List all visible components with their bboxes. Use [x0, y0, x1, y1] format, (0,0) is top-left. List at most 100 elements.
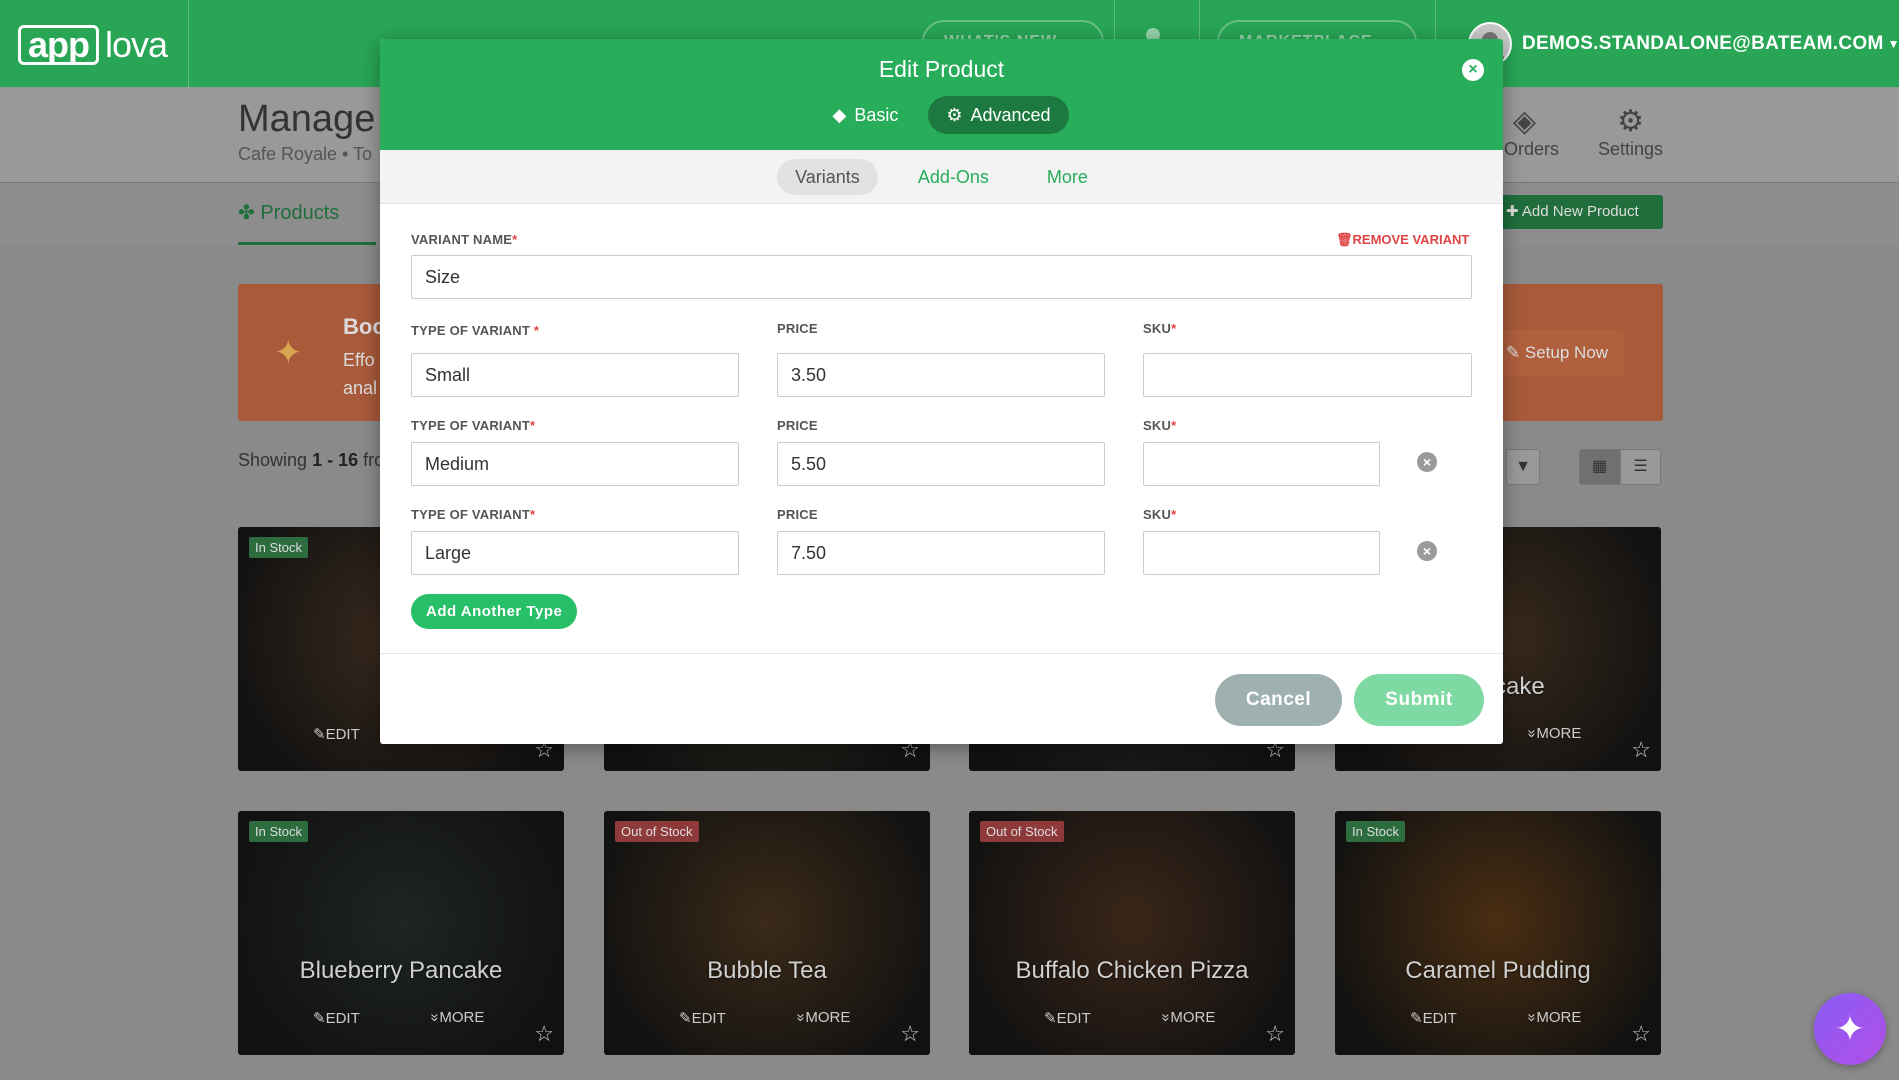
chevron-down-icon: »: [792, 1013, 810, 1022]
tab-variants[interactable]: Variants: [777, 158, 878, 195]
card-more-label: MORE: [1170, 1009, 1216, 1026]
card-more-label: MORE: [1536, 725, 1582, 742]
sparkle-icon: ✦: [274, 334, 303, 372]
tab-more[interactable]: More: [1029, 159, 1106, 195]
banner-text: Effo: [343, 350, 375, 370]
card-more-label: MORE: [1536, 1009, 1582, 1026]
user-menu[interactable]: DEMOS.STANDALONE@BATEAM.COM ▼: [1468, 22, 1899, 66]
submit-button[interactable]: Submit: [1354, 674, 1484, 726]
sku-label: SKU*: [1143, 507, 1177, 522]
card-more-label: MORE: [439, 1009, 485, 1026]
status-badge: In Stock: [249, 537, 308, 558]
product-card[interactable]: In Stock Caramel Pudding ✎EDIT »MORE ☆: [1335, 811, 1661, 1055]
card-more-button[interactable]: »MORE: [1524, 1009, 1582, 1026]
type-input[interactable]: Small: [411, 353, 739, 397]
card-more-button[interactable]: »MORE: [1158, 1009, 1216, 1026]
product-name: Caramel Pudding: [1405, 957, 1591, 984]
remove-row-icon[interactable]: ×: [1417, 541, 1437, 561]
chevron-down-icon: »: [426, 1013, 444, 1022]
star-icon[interactable]: ☆: [1631, 1021, 1651, 1047]
cancel-button[interactable]: Cancel: [1215, 674, 1342, 726]
sku-input[interactable]: [1143, 442, 1380, 486]
label-text: SKU: [1143, 418, 1172, 433]
tab-products[interactable]: ✤ Products: [238, 200, 339, 225]
product-card[interactable]: Out of Stock Bubble Tea ✎EDIT »MORE ☆: [604, 811, 930, 1055]
star-icon[interactable]: ☆: [1631, 737, 1651, 763]
card-edit-label: EDIT: [325, 1010, 360, 1027]
sku-input[interactable]: [1143, 353, 1472, 397]
card-edit-button[interactable]: ✎EDIT: [679, 1009, 726, 1027]
card-edit-button[interactable]: ✎EDIT: [313, 725, 360, 743]
variant-name-input[interactable]: Size: [411, 255, 1472, 299]
edit-icon: ✎: [1410, 1010, 1423, 1027]
star-icon[interactable]: ☆: [900, 1021, 920, 1047]
tab-advanced-label: Advanced: [970, 105, 1051, 125]
card-more-label: MORE: [805, 1009, 851, 1026]
add-another-type-button[interactable]: Add Another Type: [411, 594, 578, 629]
setup-now-button[interactable]: ✎ Setup Now: [1490, 330, 1624, 376]
user-email: DEMOS.STANDALONE@BATEAM.COM: [1522, 33, 1884, 54]
price-input[interactable]: 7.50: [777, 531, 1105, 575]
tab-basic[interactable]: ◆ Basic: [814, 96, 916, 134]
type-input[interactable]: Medium: [411, 442, 739, 486]
nav-settings-label: Settings: [1598, 139, 1664, 159]
page-title: Manage: [238, 98, 376, 140]
remove-variant-label: REMOVE VARIANT: [1352, 232, 1470, 247]
plus-icon: ✚: [1506, 203, 1522, 220]
card-more-button[interactable]: »MORE: [1524, 725, 1582, 742]
chevron-down-icon: »: [1157, 1013, 1175, 1022]
edit-icon: ✎: [313, 726, 326, 743]
card-edit-label: EDIT: [1422, 1010, 1457, 1027]
card-edit-button[interactable]: ✎EDIT: [1044, 1009, 1091, 1027]
price-label: PRICE: [777, 507, 818, 522]
grid-view-button[interactable]: ▦: [1579, 449, 1620, 485]
star-icon[interactable]: ☆: [534, 1021, 554, 1047]
card-more-button[interactable]: »MORE: [793, 1009, 851, 1026]
tab-basic-label: Basic: [854, 105, 899, 125]
price-input[interactable]: 5.50: [777, 442, 1105, 486]
card-edit-button[interactable]: ✎EDIT: [1410, 1009, 1457, 1027]
product-name: Bubble Tea: [707, 957, 827, 984]
results-range: 1 - 16: [312, 450, 359, 470]
cubes-icon: ✤: [238, 202, 261, 224]
type-label: TYPE OF VARIANT *: [411, 323, 540, 338]
app-logo[interactable]: app lova: [18, 24, 168, 66]
banner-text: anal: [343, 378, 378, 398]
close-icon[interactable]: ×: [1462, 59, 1484, 81]
nav-settings[interactable]: ⚙ Settings: [1598, 104, 1663, 160]
sku-input[interactable]: [1143, 531, 1380, 575]
filter-icon: ▼: [1515, 458, 1531, 475]
ai-assistant-button[interactable]: ✦: [1814, 993, 1886, 1065]
remove-variant-button[interactable]: 🗑REMOVE VARIANT: [1336, 232, 1469, 248]
card-edit-button[interactable]: ✎EDIT: [313, 1009, 360, 1027]
tab-advanced[interactable]: ⚙ Advanced: [928, 96, 1069, 134]
product-name: Blueberry Pancake: [299, 957, 503, 984]
type-label: TYPE OF VARIANT*: [411, 418, 536, 433]
mode-tabs: ◆ Basic ⚙ Advanced: [380, 96, 1503, 134]
star-icon[interactable]: ☆: [1265, 1021, 1285, 1047]
remove-row-icon[interactable]: ×: [1417, 452, 1437, 472]
page-subtitle: Cafe Royale • To: [238, 144, 373, 164]
card-edit-label: EDIT: [691, 1010, 726, 1027]
edit-product-modal: Edit Product × ◆ Basic ⚙ Advanced Varian…: [380, 39, 1503, 744]
card-edit-label: EDIT: [1056, 1010, 1091, 1027]
trash-icon: 🗑: [1336, 232, 1353, 247]
product-card[interactable]: Out of Stock Buffalo Chicken Pizza ✎EDIT »M…: [969, 811, 1295, 1055]
add-new-product-button[interactable]: ✚ Add New Product: [1496, 195, 1663, 229]
divider: [188, 0, 189, 87]
logo-rest-text: lova: [105, 24, 168, 65]
type-input[interactable]: Large: [411, 531, 739, 575]
gear-icon: ⚙: [1617, 105, 1644, 138]
setup-now-label: Setup Now: [1524, 343, 1609, 362]
filter-button[interactable]: ▼: [1506, 449, 1540, 485]
product-card[interactable]: In Stock Blueberry Pancake ✎EDIT »MORE ☆: [238, 811, 564, 1055]
modal-header: Edit Product × ◆ Basic ⚙ Advanced: [380, 39, 1503, 150]
tab-add-ons[interactable]: Add-Ons: [900, 159, 1007, 195]
list-view-button[interactable]: ☰: [1620, 449, 1661, 485]
card-more-button[interactable]: »MORE: [427, 1009, 485, 1026]
label-text: TYPE OF VARIANT: [411, 418, 531, 433]
pencil-icon: ✎: [1505, 343, 1525, 362]
price-input[interactable]: 3.50: [777, 353, 1105, 397]
price-label: PRICE: [777, 321, 818, 336]
sparkle-icon: ✦: [1834, 1008, 1866, 1049]
